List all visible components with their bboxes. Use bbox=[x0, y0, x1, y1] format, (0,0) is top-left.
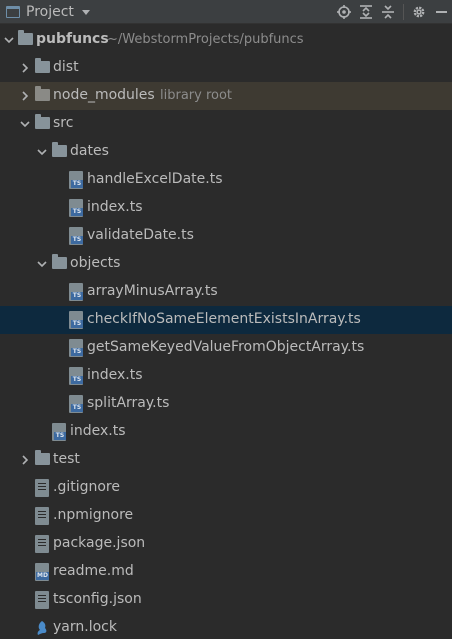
folder-icon bbox=[52, 254, 67, 269]
tree-row-file-selected[interactable]: TS checkIfNoSameElementExistsInArray.ts bbox=[0, 306, 452, 334]
markdown-file-icon: MD bbox=[35, 563, 49, 581]
hide-panel-button[interactable] bbox=[430, 0, 452, 24]
tree-row-file[interactable]: tsconfig.json bbox=[0, 586, 452, 614]
tree-row-dates[interactable]: dates bbox=[0, 138, 452, 166]
yarn-file-icon bbox=[37, 621, 47, 635]
gear-icon bbox=[413, 6, 425, 18]
folder-name: dist bbox=[53, 59, 79, 75]
tree-row-file[interactable]: yarn.lock bbox=[0, 614, 452, 639]
folder-name: dates bbox=[70, 143, 109, 159]
file-name: splitArray.ts bbox=[87, 395, 170, 411]
chevron-right-icon[interactable] bbox=[20, 455, 30, 465]
library-root-hint: library root bbox=[160, 88, 233, 103]
folder-name: objects bbox=[70, 255, 121, 271]
expand-all-button[interactable] bbox=[355, 0, 377, 24]
tree-row-file[interactable]: MD readme.md bbox=[0, 558, 452, 586]
locate-button[interactable] bbox=[333, 0, 355, 24]
typescript-file-icon: TS bbox=[52, 423, 66, 441]
tree-row-file[interactable]: TS getSameKeyedValueFromObjectArray.ts bbox=[0, 334, 452, 362]
tree-row-test[interactable]: test bbox=[0, 446, 452, 474]
tree-row-file[interactable]: TS index.ts bbox=[0, 418, 452, 446]
minimize-icon bbox=[435, 11, 447, 13]
npmignore-file-icon bbox=[35, 507, 49, 525]
chevron-down-icon[interactable] bbox=[37, 259, 47, 269]
typescript-file-icon: TS bbox=[69, 283, 83, 301]
project-window-icon bbox=[6, 5, 20, 18]
file-name: index.ts bbox=[87, 367, 143, 383]
typescript-file-icon: TS bbox=[69, 199, 83, 217]
project-view-selector[interactable]: Project bbox=[0, 0, 90, 24]
project-toolbar: Project bbox=[0, 0, 452, 24]
tree-row-root[interactable]: pubfuncs ~/WebstormProjects/pubfuncs bbox=[0, 26, 452, 54]
collapse-all-button[interactable] bbox=[377, 0, 399, 24]
tree-row-file[interactable]: .npmignore bbox=[0, 502, 452, 530]
file-name: package.json bbox=[53, 535, 146, 551]
folder-icon bbox=[35, 450, 50, 465]
tree-row-file[interactable]: TS splitArray.ts bbox=[0, 390, 452, 418]
root-folder-path: ~/WebstormProjects/pubfuncs bbox=[107, 32, 304, 47]
file-name: .npmignore bbox=[53, 507, 134, 523]
chevron-down-icon bbox=[81, 10, 90, 15]
typescript-file-icon: TS bbox=[69, 339, 83, 357]
typescript-file-icon: TS bbox=[69, 395, 83, 413]
tree-row-file[interactable]: TS index.ts bbox=[0, 194, 452, 222]
folder-name: node_modules bbox=[53, 87, 155, 103]
file-name: checkIfNoSameElementExistsInArray.ts bbox=[87, 311, 361, 327]
collapse-all-icon bbox=[382, 5, 394, 19]
chevron-right-icon[interactable] bbox=[20, 63, 30, 73]
folder-name: src bbox=[53, 115, 74, 131]
chevron-right-icon[interactable] bbox=[20, 91, 30, 101]
chevron-down-icon[interactable] bbox=[37, 147, 47, 157]
tree-row-objects[interactable]: objects bbox=[0, 250, 452, 278]
json-file-icon bbox=[35, 535, 49, 553]
tree-row-file[interactable]: TS arrayMinusArray.ts bbox=[0, 278, 452, 306]
locate-icon bbox=[337, 5, 351, 19]
file-name: yarn.lock bbox=[53, 619, 117, 635]
file-name: .gitignore bbox=[53, 479, 120, 495]
file-name: validateDate.ts bbox=[87, 227, 194, 243]
file-name: readme.md bbox=[53, 563, 134, 579]
file-name: index.ts bbox=[87, 199, 143, 215]
chevron-down-icon[interactable] bbox=[4, 35, 14, 45]
project-view-title: Project bbox=[26, 3, 74, 20]
file-name: tsconfig.json bbox=[53, 591, 142, 607]
toolbar-divider bbox=[403, 4, 404, 20]
typescript-file-icon: TS bbox=[69, 171, 83, 189]
expand-all-icon bbox=[360, 5, 372, 19]
folder-icon bbox=[18, 30, 33, 45]
typescript-file-icon: TS bbox=[69, 367, 83, 385]
tree-row-node-modules[interactable]: node_modules library root bbox=[0, 82, 452, 110]
tree-row-dist[interactable]: dist bbox=[0, 54, 452, 82]
file-name: index.ts bbox=[70, 423, 126, 439]
tree-row-file[interactable]: TS validateDate.ts bbox=[0, 222, 452, 250]
file-name: handleExcelDate.ts bbox=[87, 171, 223, 187]
folder-name: test bbox=[53, 451, 80, 467]
gitignore-file-icon bbox=[35, 479, 49, 497]
chevron-down-icon[interactable] bbox=[20, 119, 30, 129]
settings-button[interactable] bbox=[408, 0, 430, 24]
tree-row-src[interactable]: src bbox=[0, 110, 452, 138]
file-name: getSameKeyedValueFromObjectArray.ts bbox=[87, 339, 365, 355]
folder-icon bbox=[35, 114, 50, 129]
tree-row-file[interactable]: .gitignore bbox=[0, 474, 452, 502]
folder-icon bbox=[35, 58, 50, 73]
tree-row-file[interactable]: package.json bbox=[0, 530, 452, 558]
file-name: arrayMinusArray.ts bbox=[87, 283, 218, 299]
library-folder-icon bbox=[35, 86, 50, 101]
json-file-icon bbox=[35, 591, 49, 609]
typescript-file-icon: TS bbox=[69, 227, 83, 245]
folder-icon bbox=[52, 142, 67, 157]
root-folder-name: pubfuncs bbox=[36, 31, 109, 47]
tree-row-file[interactable]: TS handleExcelDate.ts bbox=[0, 166, 452, 194]
typescript-file-icon: TS bbox=[69, 311, 83, 329]
tree-row-file[interactable]: TS index.ts bbox=[0, 362, 452, 390]
